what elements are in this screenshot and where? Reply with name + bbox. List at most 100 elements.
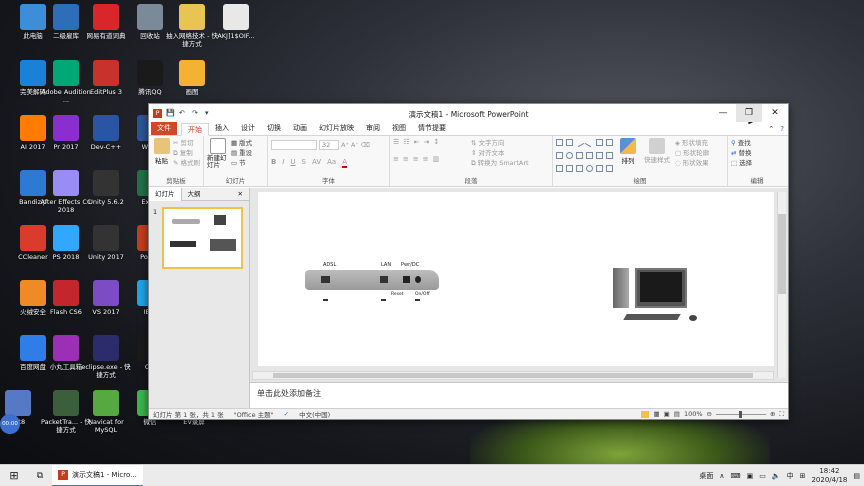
- tab-storyboarding[interactable]: 情节提要: [412, 122, 452, 135]
- fit-window-icon[interactable]: ⛶: [779, 410, 784, 419]
- quick-styles-button[interactable]: 快速样式: [642, 138, 672, 176]
- shape-icon[interactable]: [566, 152, 573, 159]
- align-center-icon[interactable]: ≡: [403, 155, 409, 163]
- desktop-icon[interactable]: AKJ]1$OIF...: [210, 4, 262, 40]
- justify-icon[interactable]: ≡: [423, 155, 429, 163]
- shape-icon[interactable]: [574, 137, 585, 148]
- title-bar[interactable]: P 💾 ↶ ↷ ▾ 演示文稿1 - Microsoft PowerPoint —…: [149, 104, 788, 122]
- tab-home[interactable]: 开始: [181, 123, 209, 136]
- columns-icon[interactable]: ▥: [433, 155, 440, 163]
- find-button[interactable]: ⚲ 查找: [731, 138, 783, 148]
- language-indicator[interactable]: 中文(中国): [299, 409, 330, 419]
- grow-font-icon[interactable]: A⁺: [341, 140, 349, 150]
- hscroll-thumb[interactable]: [273, 373, 753, 378]
- bold-icon[interactable]: B: [271, 158, 276, 168]
- convert-smartart-button[interactable]: ⧉ 转换为 SmartArt: [471, 158, 529, 168]
- section-button[interactable]: ▭ 节: [231, 158, 252, 168]
- copy-button[interactable]: ⧉ 复制: [173, 148, 200, 158]
- shape-icon[interactable]: [576, 152, 583, 159]
- strikethrough-icon[interactable]: S: [302, 158, 306, 168]
- align-text-button[interactable]: ⇕ 对齐文本: [471, 148, 529, 158]
- shape-effects-button[interactable]: ◌ 形状效果: [675, 158, 709, 168]
- shape-icon[interactable]: [556, 139, 563, 146]
- powerpoint-window[interactable]: P 💾 ↶ ↷ ▾ 演示文稿1 - Microsoft PowerPoint —…: [148, 103, 789, 420]
- shape-icon[interactable]: [566, 165, 573, 172]
- shape-icon[interactable]: [596, 139, 603, 146]
- tab-file[interactable]: 文件: [151, 122, 177, 135]
- ribbon-collapse-icon[interactable]: ⌃: [768, 125, 774, 133]
- redo-icon[interactable]: ↷: [192, 109, 201, 118]
- customize-qat-icon[interactable]: ▾: [205, 109, 214, 118]
- spellcheck-icon[interactable]: ✓: [284, 410, 289, 418]
- new-slide-button[interactable]: 新建幻灯片: [207, 138, 229, 176]
- ime-mode-icon[interactable]: ⊞: [800, 472, 806, 480]
- arrange-button[interactable]: 排列: [617, 138, 639, 176]
- zoom-slider[interactable]: [715, 410, 766, 418]
- network-icon[interactable]: ▭: [759, 472, 766, 480]
- shape-icon[interactable]: [576, 165, 583, 172]
- increase-indent-icon[interactable]: ⇥: [423, 138, 429, 146]
- tab-view[interactable]: 视图: [386, 122, 412, 135]
- replace-button[interactable]: ⇄ 替换: [731, 148, 783, 158]
- reset-button[interactable]: ▤ 重设: [231, 148, 252, 158]
- normal-view-icon[interactable]: [641, 410, 650, 418]
- zoom-out-icon[interactable]: ⊖: [707, 410, 712, 418]
- shape-icon[interactable]: [556, 152, 563, 159]
- shrink-font-icon[interactable]: A⁻: [351, 140, 359, 150]
- slideshow-view-icon[interactable]: ▤: [674, 410, 680, 418]
- input-method-icon[interactable]: ⌨: [731, 472, 741, 480]
- sorter-view-icon[interactable]: ▦: [653, 410, 659, 418]
- shape-icon[interactable]: [596, 152, 603, 159]
- tab-slides-pane[interactable]: 幻灯片: [149, 187, 182, 201]
- align-left-icon[interactable]: ≡: [393, 155, 399, 163]
- adsl-modem-image[interactable]: ADSL LAN Pwr/DC Reset On/Off: [305, 262, 439, 302]
- shape-outline-button[interactable]: ▢ 形状轮廓: [675, 148, 709, 158]
- close-button[interactable]: ✕: [762, 104, 788, 122]
- tab-slideshow[interactable]: 幻灯片放映: [313, 122, 360, 135]
- line-spacing-icon[interactable]: ↕: [433, 138, 439, 146]
- tab-design[interactable]: 设计: [235, 122, 261, 135]
- zoom-in-icon[interactable]: ⊕: [770, 410, 775, 418]
- format-painter-button[interactable]: ✎ 格式刷: [173, 158, 200, 168]
- start-button[interactable]: ⊞: [0, 465, 28, 486]
- minimize-button[interactable]: —: [710, 104, 736, 122]
- tab-animations[interactable]: 动画: [287, 122, 313, 135]
- notes-pane[interactable]: 单击此处添加备注: [250, 382, 788, 408]
- shape-icon[interactable]: [596, 165, 603, 172]
- char-spacing-icon[interactable]: AV: [312, 158, 321, 168]
- scroll-thumb[interactable]: [778, 214, 786, 294]
- shape-icon[interactable]: [606, 139, 613, 146]
- shape-icon[interactable]: [566, 139, 573, 146]
- paste-button[interactable]: 粘贴: [152, 138, 171, 176]
- undo-icon[interactable]: ↶: [179, 109, 188, 118]
- tab-transitions[interactable]: 切换: [261, 122, 287, 135]
- clear-format-icon[interactable]: ⌫: [361, 140, 370, 150]
- italic-icon[interactable]: I: [282, 158, 284, 168]
- clock[interactable]: 18:42 2020/4/18: [811, 467, 847, 485]
- tray-overflow-icon[interactable]: ∧: [719, 472, 724, 480]
- tab-insert[interactable]: 插入: [209, 122, 235, 135]
- reading-view-icon[interactable]: ▣: [664, 410, 670, 418]
- bullets-icon[interactable]: ☰: [393, 138, 399, 146]
- taskbar-app-powerpoint[interactable]: P 演示文稿1 - Micro...: [52, 464, 143, 486]
- font-name-input[interactable]: [271, 140, 317, 150]
- help-icon[interactable]: ?: [780, 125, 784, 133]
- select-button[interactable]: ⬚ 选择: [731, 158, 783, 168]
- shapes-gallery[interactable]: [556, 137, 614, 176]
- close-pane-icon[interactable]: ✕: [232, 188, 249, 201]
- shape-fill-button[interactable]: ◈ 形状填充: [675, 138, 709, 148]
- volume-icon[interactable]: 🔈: [772, 472, 781, 480]
- restore-button[interactable]: ❐: [736, 104, 762, 122]
- zoom-level[interactable]: 100%: [684, 410, 703, 418]
- underline-icon[interactable]: U: [290, 158, 295, 168]
- shape-icon[interactable]: [586, 152, 593, 159]
- save-icon[interactable]: 💾: [166, 109, 175, 118]
- cut-button[interactable]: ✂ 剪切: [173, 138, 200, 148]
- text-direction-button[interactable]: ⇅ 文字方向: [471, 138, 529, 148]
- slide-thumbnail[interactable]: [162, 207, 243, 269]
- shape-icon[interactable]: [606, 152, 613, 159]
- shape-icon[interactable]: [584, 137, 595, 148]
- numbering-icon[interactable]: ☷: [403, 138, 409, 146]
- tab-outline-pane[interactable]: 大纲: [182, 188, 207, 201]
- slide-canvas[interactable]: ADSL LAN Pwr/DC Reset On/Off: [258, 192, 774, 366]
